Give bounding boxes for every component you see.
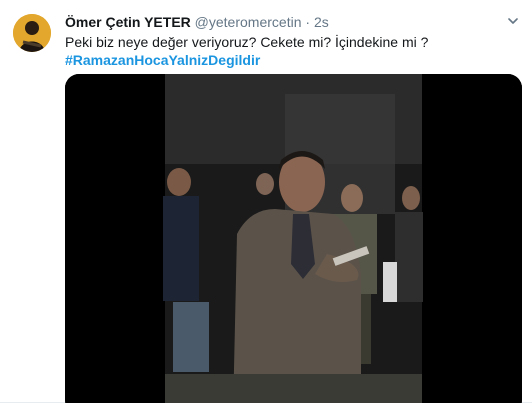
timestamp[interactable]: 2s [314,14,329,30]
chevron-down-icon[interactable] [506,14,520,28]
author-name[interactable]: Ömer Çetin YETER [65,14,191,30]
tweet-text: Peki biz neye değer veriyoruz? Cekete mi… [65,33,512,69]
hashtag-link[interactable]: #RamazanHocaYalnizDegildir [65,51,512,69]
tweet-header: Ömer Çetin YETER @yeteromercetin · 2s [65,13,502,31]
avatar-image [13,14,51,52]
author-handle[interactable]: @yeteromercetin [195,14,302,30]
tweet-body: Peki biz neye değer veriyoruz? Cekete mi… [65,34,429,50]
tweet[interactable]: Ömer Çetin YETER @yeteromercetin · 2s Pe… [0,0,532,403]
video-player[interactable] [65,74,522,403]
video-frame [65,74,522,403]
separator-dot: · [305,14,311,30]
avatar[interactable] [13,14,51,52]
